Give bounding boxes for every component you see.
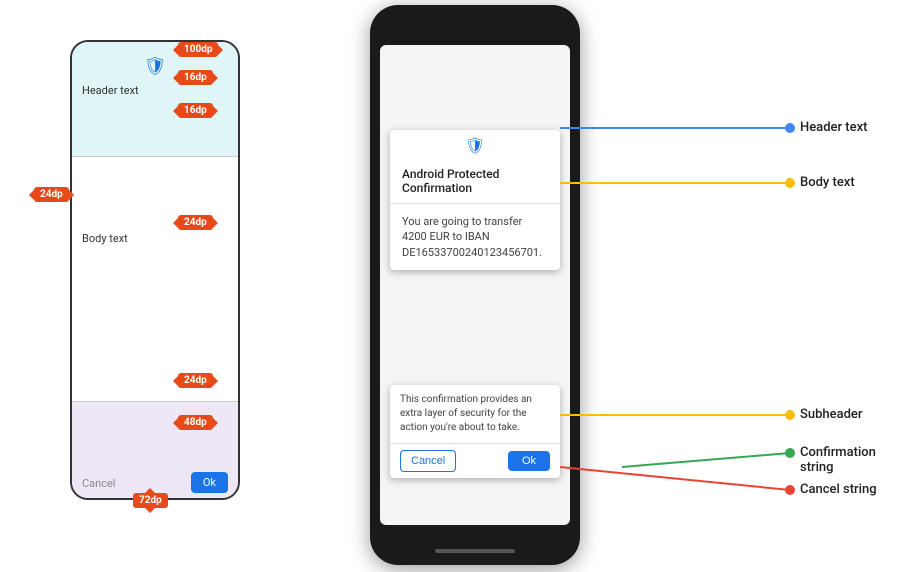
dim-100dp: 100dp xyxy=(178,42,218,57)
dim-16dp-bot: 16dp xyxy=(178,103,213,118)
dim-24dp-left: 24dp xyxy=(34,187,69,202)
cancel-button-right[interactable]: Cancel xyxy=(400,450,456,472)
dialog-body-text: You are going to transfer 4200 EUR to IB… xyxy=(390,204,560,270)
ok-button-right[interactable]: Ok xyxy=(508,451,550,471)
phone-home-bar xyxy=(435,549,515,553)
shield-icon-dialog: 🛡 xyxy=(390,130,560,157)
dim-16dp-top: 16dp xyxy=(178,70,213,85)
annotation-confirmation: Confirmation string xyxy=(800,445,900,475)
dialog-subheader-text: This confirmation provides an extra laye… xyxy=(390,385,560,443)
annotation-cancel: Cancel string xyxy=(800,482,877,497)
annotation-subheader: Subheader xyxy=(800,407,863,422)
phone-screen: 🛡 Android Protected Confirmation You are… xyxy=(380,45,570,525)
dialog-subheader-section: This confirmation provides an extra laye… xyxy=(390,385,560,478)
cancel-btn-left[interactable]: Cancel xyxy=(82,477,115,490)
header-text-left: Header text xyxy=(82,84,139,97)
shield-icon-left: 🛡 xyxy=(144,56,167,77)
phone-body: 🛡 Android Protected Confirmation You are… xyxy=(370,5,580,565)
ok-btn-left[interactable]: Ok xyxy=(191,472,228,493)
body-text-left: Body text xyxy=(82,232,128,245)
dim-72dp: 72dp xyxy=(133,493,168,508)
phone-mid-section: Body text xyxy=(72,157,238,402)
dim-24dp-right: 24dp xyxy=(178,215,213,230)
phone-notch xyxy=(445,15,505,33)
right-phone-wrap: 🛡 Android Protected Confirmation You are… xyxy=(370,5,580,565)
dialog-buttons: Cancel Ok xyxy=(390,443,560,478)
dialog-title: Android Protected Confirmation xyxy=(390,157,560,204)
dim-24dp-sub: 24dp xyxy=(178,373,213,388)
left-diagram: 🛡 Header text Body text Subheader text C… xyxy=(30,15,250,555)
dim-48dp: 48dp xyxy=(178,415,213,430)
main-dialog: 🛡 Android Protected Confirmation You are… xyxy=(390,130,560,270)
annotation-header-text: Header text xyxy=(800,120,867,135)
annotation-body-text: Body text xyxy=(800,175,855,190)
phone-top-section: 🛡 Header text xyxy=(72,42,238,157)
